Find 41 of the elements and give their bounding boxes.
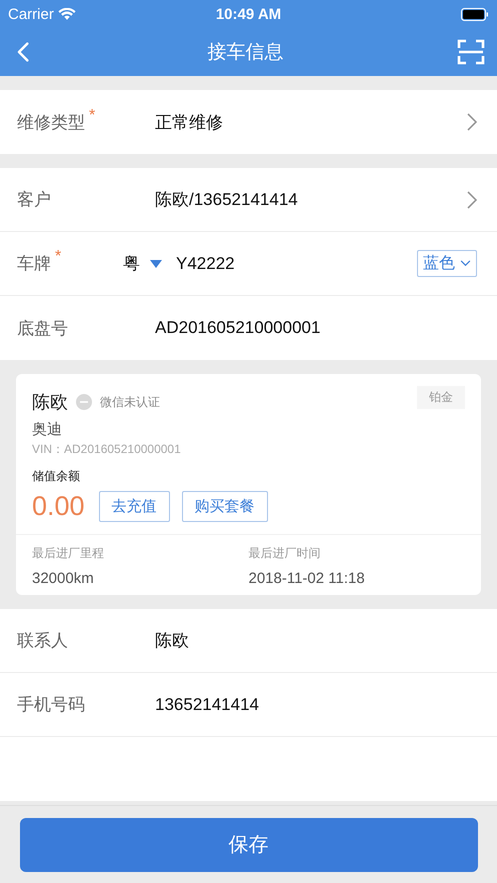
battery-icon [461,8,489,20]
field-label: 手机号码 [17,694,85,716]
chevron-right-icon [467,190,477,208]
stat-label: 最后进厂时间 [248,545,322,562]
wifi-icon [58,8,76,20]
car-brand: 奥迪 [32,420,63,439]
dropdown-triangle-icon[interactable] [150,260,162,268]
plate-color-dropdown[interactable]: 蓝色 [417,250,477,277]
balance-label: 储值余额 [32,468,81,485]
field-value: 陈欧/13652141414 [155,189,299,211]
field-value: 正常维修 [155,112,224,134]
outline-button[interactable]: 去充值 [98,491,170,522]
field-label: 维修类型 [17,112,85,134]
field-label: 联系人 [17,630,68,652]
field-label: 车牌 [17,253,51,275]
outline-button[interactable]: 购买套餐 [182,491,268,522]
stat-value: 32000km [32,570,95,587]
vin-text: VIN：AD201605210000001 [32,441,182,458]
required-mark: * [55,248,62,266]
chevron-down-icon [460,260,471,267]
scan-icon[interactable] [457,39,485,65]
stat-label: 最后进厂里程 [32,545,105,562]
page-title: 接车信息 [208,41,284,65]
stat-value: 2018-11-02 11:18 [248,570,366,587]
plate-number: Y42222 [176,254,236,274]
field-value: 13652141414 [155,694,260,714]
field-label: 客户 [17,189,51,211]
province-selector[interactable]: 粤 [123,252,140,275]
wechat-status: 微信未认证 [100,394,161,410]
required-mark: * [89,106,96,124]
customer-name: 陈欧 [32,391,68,414]
field-value: AD201605210000001 [155,318,322,338]
minus-circle-icon [76,394,92,410]
clock-time: 10:49 AM [216,6,282,22]
carrier-label: Carrier [8,6,54,22]
field-label: 底盘号 [17,318,68,340]
field-value: 陈欧 [155,630,190,652]
chevron-right-icon [467,113,477,131]
save-button[interactable]: 保存 [20,818,478,872]
balance-amount: 0.00 [32,491,85,522]
member-level-tag: 铂金 [417,386,465,409]
